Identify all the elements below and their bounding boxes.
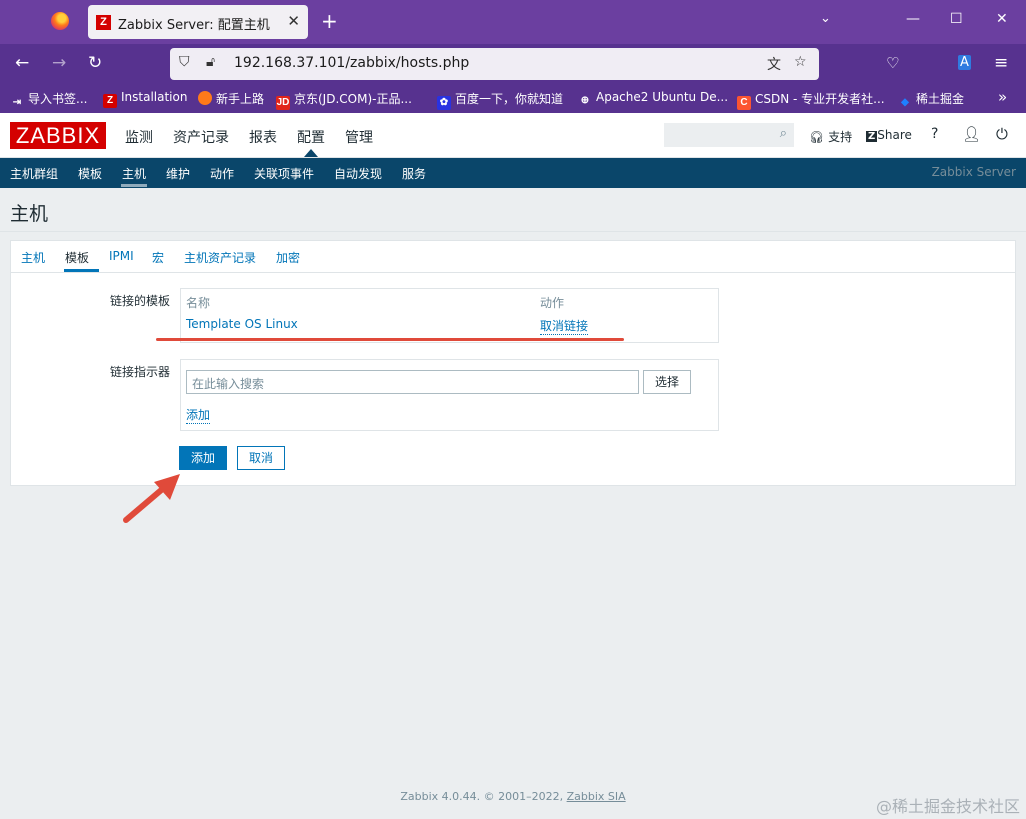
footer-text: Zabbix 4.0.44. © 2001–2022,	[400, 790, 564, 803]
zabbix-logo[interactable]: ZABBIX	[10, 122, 106, 149]
bookmark-installation[interactable]: Z Installation	[103, 90, 187, 108]
template-search-input[interactable]: 在此输入搜索	[186, 370, 639, 394]
browser-tab-strip: Z Zabbix Server: 配置主机 ✕ + ⌄ — ☐ ✕	[0, 0, 1026, 44]
add-template-link[interactable]: 添加	[186, 406, 211, 424]
host-form-panel: 主机 模板 IPMI 宏 主机资产记录 加密 链接的模板 名称 动作 Templ…	[10, 240, 1016, 486]
list-tabs-chevron-icon[interactable]: ⌄	[820, 11, 831, 26]
bookmark-baidu[interactable]: ✿ 百度一下，你就知道	[437, 90, 563, 110]
bookmark-import[interactable]: ⇥ 导入书签...	[10, 90, 88, 110]
tab-ipmi[interactable]: IPMI	[109, 249, 134, 263]
reload-icon[interactable]: ↻	[88, 53, 102, 73]
share-link[interactable]: Z Share	[866, 128, 912, 142]
pocket-icon[interactable]: ♡	[886, 54, 899, 72]
divider	[11, 272, 1015, 273]
support-link[interactable]: 🎧︎ 支持	[809, 128, 852, 145]
active-menu-caret	[304, 149, 318, 157]
menu-inventory[interactable]: 资产记录	[173, 127, 229, 147]
submenu-hosts[interactable]: 主机	[122, 165, 146, 182]
link-indicator-label: 链接指示器	[109, 365, 170, 379]
tab-templates[interactable]: 模板	[65, 249, 89, 266]
user-profile-icon[interactable]: 👤︎	[962, 125, 981, 143]
menu-monitoring[interactable]: 监测	[125, 127, 153, 147]
translate-icon[interactable]: 文	[767, 54, 781, 74]
submenu-active-indicator	[121, 184, 147, 187]
tracking-shield-icon[interactable]: ⛉	[179, 54, 190, 70]
footer: Zabbix 4.0.44. © 2001–2022, Zabbix SIA	[0, 790, 1026, 803]
submenu-maintenance[interactable]: 维护	[166, 165, 190, 182]
window-close-icon[interactable]: ✕	[996, 11, 1008, 27]
zabbix-header: ZABBIX 监测 资产记录 报表 配置 管理 ⌕ 🎧︎ 支持 Z Share ?…	[0, 113, 1026, 158]
headset-icon: 🎧︎	[809, 130, 825, 144]
menu-reports[interactable]: 报表	[249, 127, 277, 147]
close-tab-icon[interactable]: ✕	[287, 12, 300, 30]
watermark: @稀土掘金技术社区	[875, 797, 1020, 816]
tab-inventory[interactable]: 主机资产记录	[184, 249, 256, 266]
bookmark-apache[interactable]: ⊕ Apache2 Ubuntu De...	[578, 90, 728, 108]
divider	[0, 231, 1026, 232]
more-bookmarks-icon[interactable]: »	[998, 88, 1007, 106]
unlink-button[interactable]: 取消链接	[540, 317, 589, 335]
tab-encryption[interactable]: 加密	[276, 249, 300, 266]
translate-ext-icon[interactable]: A	[958, 55, 971, 70]
share-z-icon: Z	[866, 131, 878, 142]
browser-navbar: ← → ↻ ⛉ 🔓︎ 192.168.37.101/zabbix/hosts.p…	[0, 44, 1026, 84]
browser-tab[interactable]: Z Zabbix Server: 配置主机 ✕	[88, 5, 308, 39]
footer-company-link[interactable]: Zabbix SIA	[567, 790, 626, 803]
global-search-input[interactable]: ⌕	[664, 123, 794, 147]
csdn-icon: C	[737, 96, 751, 110]
jd-icon: JD	[276, 96, 290, 110]
bookmark-star-icon[interactable]: ☆	[794, 54, 807, 70]
page-title: 主机	[10, 203, 49, 225]
maximize-icon[interactable]: ☐	[950, 11, 963, 27]
firefox-icon	[198, 91, 212, 105]
back-icon[interactable]: ←	[15, 53, 29, 73]
new-tab-icon[interactable]: +	[321, 9, 338, 33]
globe-icon: ⊕	[580, 95, 590, 106]
menu-configuration[interactable]: 配置	[297, 127, 325, 147]
cancel-button[interactable]: 取消	[237, 446, 285, 470]
menu-administration[interactable]: 管理	[345, 127, 373, 147]
template-name-link[interactable]: Template OS Linux	[186, 317, 298, 331]
sub-menu: 主机群组 模板 主机 维护 动作 关联项事件 自动发现 服务 Zabbix Se…	[0, 158, 1026, 188]
insecure-lock-icon[interactable]: 🔓︎	[206, 54, 215, 70]
baidu-icon: ✿	[437, 96, 451, 110]
linked-templates-table: 名称 动作 Template OS Linux 取消链接	[180, 288, 719, 343]
add-button[interactable]: 添加	[179, 446, 227, 470]
column-action-header: 动作	[540, 296, 565, 310]
url-bar[interactable]: ⛉ 🔓︎ 192.168.37.101/zabbix/hosts.php 文 ☆	[170, 48, 819, 80]
bookmark-csdn[interactable]: C CSDN - 专业开发者社...	[737, 90, 885, 110]
submenu-services[interactable]: 服务	[402, 165, 426, 182]
linked-templates-label: 链接的模板	[109, 294, 170, 308]
submenu-discovery[interactable]: 自动发现	[334, 165, 382, 182]
help-icon[interactable]: ?	[931, 126, 938, 142]
url-text[interactable]: 192.168.37.101/zabbix/hosts.php	[234, 55, 469, 71]
tab-title: Zabbix Server: 配置主机	[118, 18, 270, 33]
annotation-arrow-icon	[123, 474, 180, 523]
tab-host[interactable]: 主机	[21, 249, 45, 266]
app-menu-icon[interactable]: ≡	[994, 53, 1008, 73]
bookmark-juejin[interactable]: ◆ 稀土掘金	[898, 90, 964, 110]
tab-macros[interactable]: 宏	[152, 249, 164, 266]
select-button[interactable]: 选择	[643, 370, 691, 394]
sign-out-icon[interactable]: ⏻	[996, 125, 1008, 143]
submenu-actions[interactable]: 动作	[210, 165, 234, 182]
import-icon: ⇥	[12, 97, 22, 108]
zabbix-favicon-icon: Z	[96, 15, 111, 30]
submenu-correlation[interactable]: 关联项事件	[254, 165, 314, 182]
search-icon[interactable]: ⌕	[780, 126, 787, 141]
forward-icon[interactable]: →	[52, 53, 66, 73]
submenu-host-groups[interactable]: 主机群组	[10, 165, 58, 182]
bookmark-getting-started[interactable]: 新手上路	[198, 90, 264, 107]
column-name-header: 名称	[186, 296, 211, 310]
minimize-icon[interactable]: —	[906, 11, 920, 27]
zabbix-icon: Z	[103, 94, 117, 108]
bookmark-jd[interactable]: JD 京东(JD.COM)-正品...	[276, 90, 412, 110]
firefox-icon[interactable]	[51, 12, 69, 30]
server-name: Zabbix Server	[931, 165, 1016, 179]
link-indicator-box: 在此输入搜索 选择 添加	[180, 359, 719, 431]
bookmarks-toolbar: ⇥ 导入书签... Z Installation 新手上路 JD 京东(JD.COM)…	[0, 84, 1026, 113]
juejin-icon: ◆	[901, 97, 909, 108]
submenu-templates[interactable]: 模板	[78, 165, 102, 182]
annotation-underline	[156, 338, 624, 341]
